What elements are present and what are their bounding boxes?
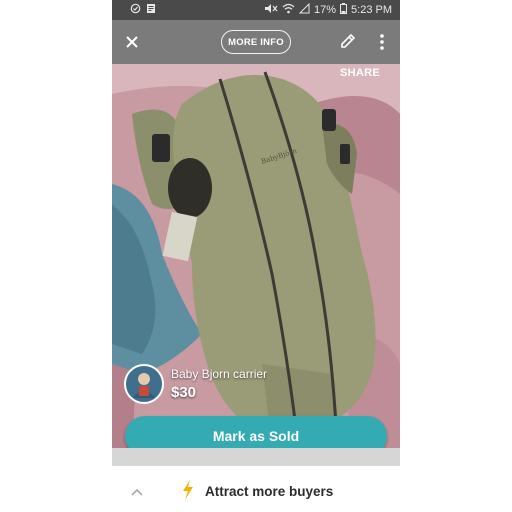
battery-percent: 17% [314, 4, 337, 16]
seller-avatar[interactable] [124, 364, 164, 404]
lightning-bolt-icon [180, 479, 196, 501]
attract-buyers-label[interactable]: Attract more buyers [205, 484, 333, 499]
listing-photo[interactable]: BabyBjörn SHARE Baby Bjorn carrier $30 M… [112, 64, 400, 448]
item-price: $30 [171, 384, 197, 401]
more-vert-icon [380, 34, 384, 50]
close-icon [126, 36, 138, 48]
clock: 5:23 PM [351, 4, 392, 16]
close-button[interactable] [122, 32, 142, 52]
wifi-icon [282, 3, 295, 17]
mark-as-sold-button[interactable]: Mark as Sold [125, 416, 387, 448]
top-bar: MORE INFO [112, 20, 400, 64]
status-bar: 17% 5:23 PM [112, 0, 400, 20]
status-left [130, 3, 156, 17]
signal-icon [298, 2, 310, 17]
mute-icon [264, 3, 278, 17]
photo-bottom-divider [112, 448, 400, 466]
edit-button[interactable] [338, 31, 358, 51]
status-right: 17% 5:23 PM [264, 2, 392, 17]
item-title: Baby Bjorn carrier [171, 367, 268, 381]
phone-screen: 17% 5:23 PM MORE INFO BabyBjörn SHARE Ba… [112, 0, 400, 512]
share-button[interactable]: SHARE [340, 67, 380, 79]
battery-icon [340, 3, 348, 17]
pencil-icon [341, 33, 356, 48]
bottom-bar[interactable]: Attract more buyers [112, 466, 400, 512]
more-info-button[interactable]: MORE INFO [221, 30, 291, 54]
chevron-up-icon[interactable] [130, 484, 144, 496]
overflow-menu-button[interactable] [374, 31, 390, 53]
alarm-icon [130, 3, 141, 17]
image-icon [146, 3, 156, 17]
